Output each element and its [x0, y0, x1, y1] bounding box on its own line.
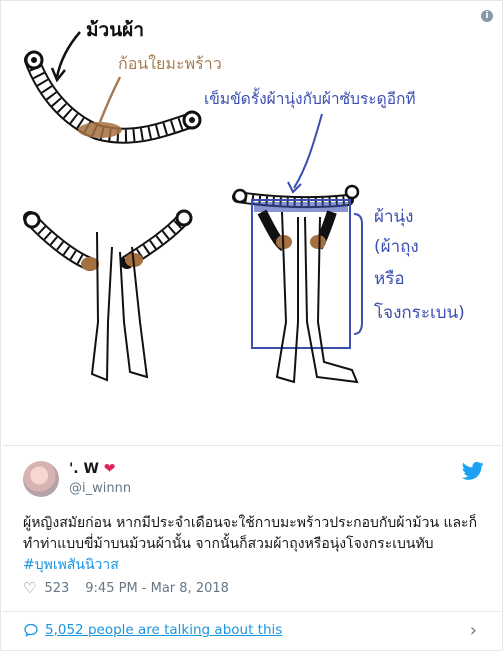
label-roll: ม้วนผ้า: [86, 19, 144, 41]
roll-arrow: [55, 31, 81, 78]
label-pants-3: หรือ: [374, 269, 405, 289]
tweet-body: ผู้หญิงสมัยก่อน หากมีประจำเดือนจะใช้กาบม…: [23, 515, 478, 552]
talking-bar[interactable]: 5,052 people are talking about this ›: [2, 611, 501, 650]
display-name[interactable]: '. W ❤: [69, 461, 116, 477]
label-pants-1: ผ้านุ่ง: [374, 207, 413, 227]
tweet-timestamp[interactable]: 9:45 PM - Mar 8, 2018: [85, 581, 229, 596]
like-count[interactable]: 523: [44, 581, 69, 596]
tweet-text: ผู้หญิงสมัยก่อน หากมีประจำเดือนจะใช้กาบม…: [23, 513, 483, 576]
display-name-text: '. W: [69, 461, 99, 477]
twitter-bird-icon[interactable]: [462, 461, 484, 481]
like-heart-icon[interactable]: ♡: [23, 581, 36, 596]
drawing-illustration: ม้วนผ้า ก้อนใยมะพร้าว เข็มขัดรั้งผ้านุ่ง…: [23, 19, 465, 384]
tweet-card: ม้วนผ้า ก้อนใยมะพร้าว เข็มขัดรั้งผ้านุ่ง…: [0, 0, 503, 651]
hashtag-link[interactable]: #บุพเพสันนิวาส: [23, 557, 119, 573]
user-handle[interactable]: @i_winnn: [69, 481, 131, 496]
label-belt: เข็มขัดรั้งผ้านุ่งกับผ้าซับระดูอีกที: [204, 87, 416, 109]
label-pants-4: โจงกระเบน): [374, 302, 465, 323]
avatar[interactable]: [23, 461, 59, 497]
info-icon[interactable]: i: [481, 10, 493, 22]
figure-right: [232, 184, 363, 384]
talking-link[interactable]: 5,052 people are talking about this: [45, 622, 282, 638]
chevron-right-icon[interactable]: ›: [470, 620, 477, 641]
tweet-image[interactable]: ม้วนผ้า ก้อนใยมะพร้าว เข็มขัดรั้งผ้านุ่ง…: [2, 2, 501, 446]
label-coconut: ก้อนใยมะพร้าว: [118, 54, 222, 73]
tweet-meta: ♡ 523 9:45 PM - Mar 8, 2018: [23, 581, 229, 597]
speech-bubble-icon: [24, 623, 38, 637]
label-pants-2: (ผ้าถุง: [374, 237, 419, 257]
figure-left: [23, 209, 193, 382]
heart-emoji-icon: ❤: [103, 461, 116, 477]
